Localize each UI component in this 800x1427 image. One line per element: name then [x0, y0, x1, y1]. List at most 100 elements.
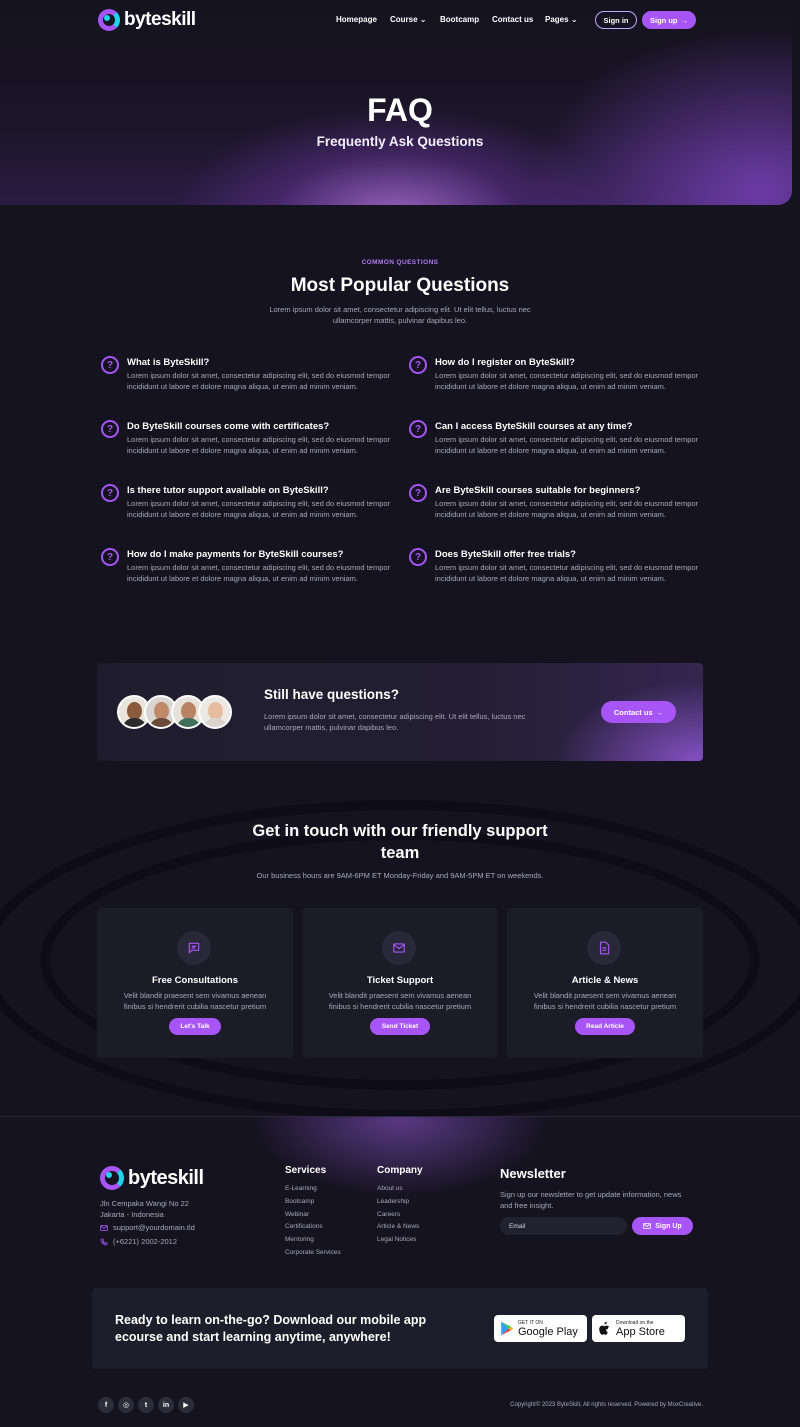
logo-mark-icon	[98, 9, 120, 31]
touch-description: Our business hours are 9AM-6PM ET Monday…	[256, 871, 544, 880]
services-link[interactable]: Certifications	[285, 1223, 323, 1230]
nav-course[interactable]: Course ⌄	[390, 15, 427, 24]
faq-answer: Lorem ipsum dolor sit amet, consectetur …	[435, 371, 699, 391]
document-icon	[587, 931, 621, 965]
avatar	[198, 695, 232, 729]
faq-question: Does ByteSkill offer free trials?	[435, 549, 576, 560]
nav-contact-us[interactable]: Contact us	[492, 15, 533, 24]
card-title: Article & News	[571, 975, 639, 986]
faq-question: How do I register on ByteSkill?	[435, 357, 575, 368]
card-title: Ticket Support	[366, 975, 434, 986]
faq-answer: Lorem ipsum dolor sit amet, consectetur …	[127, 371, 391, 391]
support-card: Ticket Support Velit blandit praesent se…	[302, 908, 498, 1058]
nav-homepage[interactable]: Homepage	[336, 15, 377, 24]
phone-text: (+6221) 2002-2012	[113, 1237, 178, 1246]
services-link[interactable]: Mentoring	[285, 1236, 314, 1243]
mail-icon	[643, 1223, 652, 1229]
contact-us-button[interactable]: Contact us →	[601, 701, 676, 723]
faq-question: Are ByteSkill courses suitable for begin…	[435, 485, 641, 496]
ticket-icon	[382, 931, 416, 965]
facebook-icon[interactable]: f	[98, 1397, 114, 1413]
question-icon: ?	[409, 484, 427, 502]
question-icon: ?	[101, 356, 119, 374]
lets-talk-button[interactable]: Let's Talk	[169, 1018, 221, 1035]
phone-icon	[100, 1238, 108, 1245]
social-links: f ◎ t in ▶	[98, 1397, 194, 1413]
services-title: Services	[285, 1165, 327, 1176]
arrow-right-icon: →	[680, 15, 689, 25]
page-subtitle: Frequently Ask Questions	[316, 134, 484, 149]
services-link[interactable]: Bootcamp	[285, 1198, 314, 1205]
company-link[interactable]: Article & News	[377, 1223, 419, 1230]
faq-answer: Lorem ipsum dolor sit amet, consectetur …	[127, 435, 391, 455]
footer-phone[interactable]: (+6221) 2002-2012	[100, 1237, 177, 1246]
card-description: Velit blandit praesent sem vivamus aenea…	[123, 991, 267, 1011]
company-link[interactable]: Leadership	[377, 1198, 409, 1205]
google-play-big: Google Play	[518, 1325, 578, 1338]
newsletter-signup-button[interactable]: Sign Up	[632, 1217, 693, 1235]
newsletter-email-input[interactable]: Email	[500, 1217, 627, 1235]
linkedin-icon[interactable]: in	[158, 1397, 174, 1413]
arrow-right-icon: →	[655, 707, 664, 717]
services-link[interactable]: E-Learning	[285, 1185, 317, 1192]
sign-up-button[interactable]: Sign up →	[642, 11, 696, 29]
faq-answer: Lorem ipsum dolor sit amet, consectetur …	[435, 435, 699, 455]
chevron-down-icon: ⌄	[570, 15, 578, 24]
app-store-button[interactable]: Download on the App Store	[592, 1315, 685, 1342]
app-store-big: App Store	[616, 1325, 665, 1338]
question-icon: ?	[101, 548, 119, 566]
faq-answer: Lorem ipsum dolor sit amet, consectetur …	[127, 499, 391, 519]
logo-mark-icon	[100, 1166, 124, 1190]
newsletter-description: Sign up our newsletter to get update inf…	[500, 1190, 682, 1210]
email-text: support@yourdomain.tld	[113, 1223, 195, 1232]
faq-title: Most Popular Questions	[290, 275, 510, 296]
still-description: Lorem ipsum dolor sit amet, consectetur …	[264, 712, 526, 732]
footer-email[interactable]: support@yourdomain.tld	[100, 1223, 195, 1232]
sign-up-label: Sign up	[650, 15, 678, 25]
youtube-icon[interactable]: ▶	[178, 1397, 194, 1413]
mail-icon	[100, 1224, 108, 1231]
app-download-text: Ready to learn on-the-go? Download our m…	[115, 1313, 427, 1344]
services-link[interactable]: Webinar	[285, 1211, 309, 1218]
address-line: Jakarta - Indonesia	[100, 1210, 164, 1219]
faq-question: Is there tutor support available on Byte…	[127, 485, 329, 496]
google-play-icon	[501, 1321, 514, 1336]
company-link[interactable]: Legal Notices	[377, 1236, 416, 1243]
sign-in-button[interactable]: Sign in	[595, 11, 637, 29]
company-link[interactable]: Careers	[377, 1211, 400, 1218]
question-icon: ?	[409, 420, 427, 438]
question-icon: ?	[409, 548, 427, 566]
twitter-icon[interactable]: t	[138, 1397, 154, 1413]
read-article-button[interactable]: Read Article	[575, 1018, 635, 1035]
company-title: Company	[377, 1165, 423, 1176]
app-download-banner: Ready to learn on-the-go? Download our m…	[92, 1288, 708, 1369]
nav-pages[interactable]: Pages ⌄	[545, 15, 578, 24]
google-play-button[interactable]: GET IT ON Google Play	[494, 1315, 587, 1342]
brand-name: byteskill	[128, 1166, 204, 1189]
apple-icon	[599, 1321, 610, 1335]
contact-us-label: Contact us	[613, 707, 653, 717]
faq-answer: Lorem ipsum dolor sit amet, consectetur …	[435, 563, 699, 583]
services-link[interactable]: Corporate Services	[285, 1249, 341, 1256]
still-title: Still have questions?	[264, 687, 400, 702]
faq-question: Do ByteSkill courses come with certifica…	[127, 421, 330, 432]
company-link[interactable]: About us	[377, 1185, 403, 1192]
copyright-text: Copyright© 2023 ByteSkill, All rights re…	[510, 1402, 703, 1408]
brand-logo[interactable]: byteskill	[98, 9, 196, 31]
instagram-icon[interactable]: ◎	[118, 1397, 134, 1413]
address-line: Jln Cempaka Wangi No 22	[100, 1199, 189, 1208]
faq-question: What is ByteSkill?	[127, 357, 210, 368]
question-icon: ?	[101, 420, 119, 438]
top-nav: byteskill Homepage Course ⌄ Bootcamp Con…	[0, 0, 800, 40]
page-title: FAQ	[367, 92, 433, 128]
brand-name: byteskill	[124, 9, 196, 30]
footer-logo[interactable]: byteskill	[100, 1166, 204, 1190]
card-description: Velit blandit praesent sem vivamus aenea…	[533, 991, 677, 1011]
faq-question: How do I make payments for ByteSkill cou…	[127, 549, 344, 560]
support-card: Free Consultations Velit blandit praesen…	[97, 908, 293, 1058]
card-description: Velit blandit praesent sem vivamus aenea…	[328, 991, 472, 1011]
send-ticket-button[interactable]: Send Ticket	[370, 1018, 430, 1035]
nav-bootcamp[interactable]: Bootcamp	[440, 15, 479, 24]
faq-description: Lorem ipsum dolor sit amet, consectetur …	[269, 305, 531, 325]
still-questions-banner: Still have questions? Lorem ipsum dolor …	[97, 663, 703, 761]
